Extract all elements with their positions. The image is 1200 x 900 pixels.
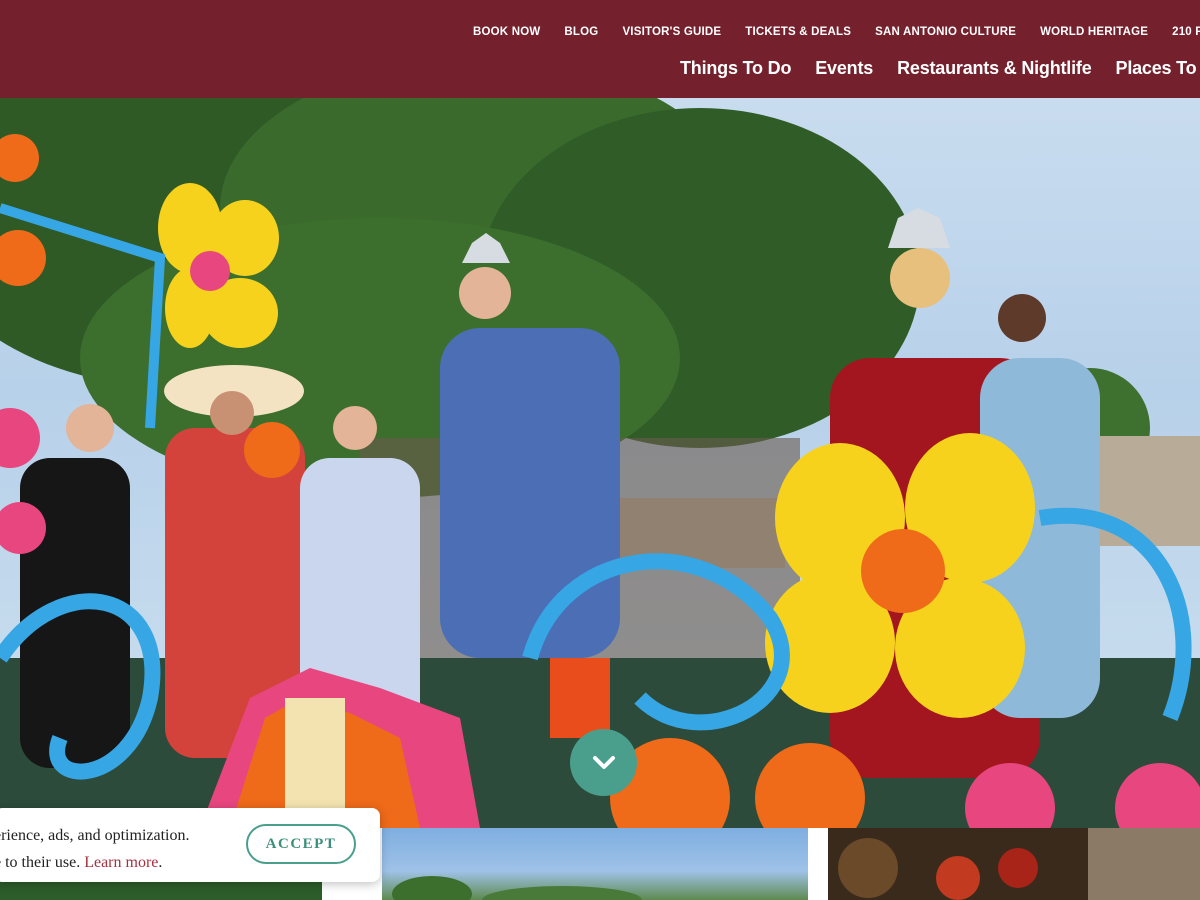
scroll-down-button[interactable]	[570, 729, 637, 796]
cookie-text-line-2: e to their use. Learn more.	[0, 849, 244, 876]
site-header: BOOK NOW BLOG VISITOR'S GUIDE TICKETS & …	[0, 0, 1200, 98]
learn-more-link[interactable]: Learn more	[84, 854, 158, 871]
nav-places-to-stay[interactable]: Places To St	[1116, 58, 1200, 79]
chevron-down-icon	[592, 755, 615, 769]
util-link-world-heritage[interactable]: WORLD HERITAGE	[1028, 26, 1160, 38]
cookie-text-prefix: e to their use.	[0, 854, 81, 871]
cookie-message: erience, ads, and optimization. e to the…	[0, 822, 244, 876]
content-tile-right[interactable]	[828, 828, 1200, 900]
nav-things-to-do[interactable]: Things To Do	[680, 58, 791, 79]
hero-parade-photo	[0, 98, 1200, 828]
util-link-210-plaza[interactable]: 210 PLAZA	[1160, 26, 1200, 38]
hero-section	[0, 98, 1200, 828]
page: BOOK NOW BLOG VISITOR'S GUIDE TICKETS & …	[0, 0, 1200, 900]
util-link-blog[interactable]: BLOG	[552, 26, 610, 38]
nav-events[interactable]: Events	[815, 58, 873, 79]
cookie-text-line-1: erience, ads, and optimization.	[0, 827, 190, 844]
cookie-consent-banner: erience, ads, and optimization. e to the…	[0, 808, 380, 882]
cookie-text-suffix: .	[158, 854, 163, 871]
utility-nav: BOOK NOW BLOG VISITOR'S GUIDE TICKETS & …	[473, 26, 1200, 38]
util-link-book-now[interactable]: BOOK NOW	[473, 26, 552, 38]
tile-gap	[808, 828, 828, 900]
content-tile-middle[interactable]	[382, 828, 808, 900]
accept-cookies-button[interactable]: ACCEPT	[246, 824, 356, 864]
tile-right-photo	[838, 828, 1200, 900]
util-link-san-antonio-culture[interactable]: SAN ANTONIO CULTURE	[863, 26, 1028, 38]
main-nav: Things To Do Events Restaurants & Nightl…	[680, 58, 1200, 79]
tile-middle-photo	[392, 876, 642, 900]
util-link-tickets-deals[interactable]: TICKETS & DEALS	[733, 26, 863, 38]
util-link-visitors-guide[interactable]: VISITOR'S GUIDE	[610, 26, 733, 38]
nav-restaurants-nightlife[interactable]: Restaurants & Nightlife	[897, 58, 1092, 79]
